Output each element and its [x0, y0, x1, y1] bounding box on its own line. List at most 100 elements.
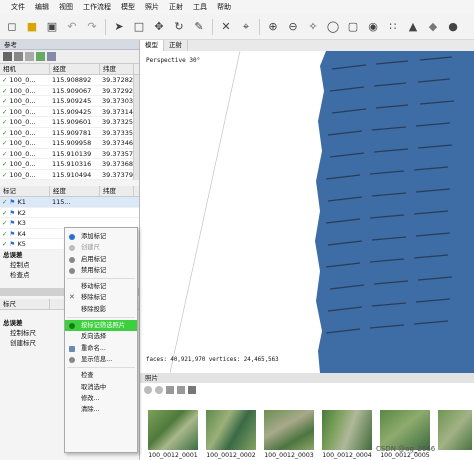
column-header-scalebar[interactable]: 标尺 [0, 298, 50, 309]
tab-ortho[interactable]: 正射 [164, 40, 188, 51]
column-header-latitude[interactable]: 纬度 [100, 64, 134, 74]
fullscreen-icon[interactable]: ▢ [344, 18, 362, 36]
table-row[interactable]: ✓ 100_0... 115.908892 39.37282 [0, 75, 139, 86]
menu-item-modify[interactable]: 修改... [65, 393, 137, 404]
column-header-marker[interactable]: 标记 [0, 186, 50, 196]
photo-thumbnail[interactable] [322, 410, 372, 450]
menu-item-check[interactable]: 检查 [65, 370, 137, 381]
settings-icon[interactable] [47, 52, 56, 61]
camera-icon[interactable]: ◉ [364, 18, 382, 36]
menu-photo[interactable]: 照片 [140, 0, 164, 14]
check-icon[interactable]: ✓ [2, 97, 7, 105]
menu-item-show-info[interactable]: 显示信息... [65, 354, 137, 365]
rotate-right-icon[interactable] [177, 386, 185, 394]
model-viewport[interactable]: Perspective 30° faces: 40,921,970 vertic… [140, 51, 474, 373]
check-icon[interactable]: ✓ [2, 150, 7, 158]
table-row[interactable]: ✓ ⚑ K2 [0, 207, 139, 218]
menu-edit[interactable]: 编辑 [30, 0, 54, 14]
table-row[interactable]: ✓ 100_0... 115.910494 39.37379 [0, 169, 139, 180]
mesh-icon[interactable]: ▲ [404, 18, 422, 36]
menu-tools[interactable]: 工具 [188, 0, 212, 14]
menu-item-enable-marker[interactable]: 启用标记 [65, 254, 137, 265]
enable-icon[interactable] [144, 386, 152, 394]
move-icon[interactable]: ✥ [150, 18, 168, 36]
table-row[interactable]: ✓ 100_0... 115.909958 39.37346 [0, 138, 139, 149]
tiled-model-icon[interactable]: ● [444, 18, 462, 36]
optimize-icon[interactable] [36, 52, 45, 61]
check-icon[interactable]: ✓ [2, 118, 7, 126]
table-row[interactable]: ✓ 100_0... 115.909425 39.37314 [0, 106, 139, 117]
disable-icon[interactable] [155, 386, 163, 394]
table-row[interactable]: ✓ 100_0... 115.909245 39.37303 [0, 96, 139, 107]
crop-icon[interactable]: ⌖ [237, 18, 255, 36]
column-header-camera[interactable]: 相机 [0, 64, 50, 74]
menu-item-disable-marker[interactable]: 禁用标记 [65, 265, 137, 276]
photo-thumbnail[interactable] [438, 410, 472, 450]
undo-icon[interactable]: ↶ [63, 18, 81, 36]
menu-item-remove-marker[interactable]: ✕ 移除标记 [65, 292, 137, 303]
check-icon[interactable]: ✓ [2, 198, 7, 206]
texture-icon[interactable]: ◆ [424, 18, 442, 36]
table-row[interactable]: ✓ 100_0... 115.909601 39.37325 [0, 117, 139, 128]
menu-item-invert-selection[interactable]: 反向选择 [65, 331, 137, 342]
menu-view[interactable]: 视图 [54, 0, 78, 14]
menu-help[interactable]: 帮助 [212, 0, 236, 14]
menu-file[interactable]: 文件 [6, 0, 30, 14]
table-row[interactable]: ✓ ⚑ K1 115... [0, 197, 139, 208]
rectangle-select-icon[interactable]: □ [130, 18, 148, 36]
menu-item-rename[interactable]: 重命名... [65, 343, 137, 354]
new-file-icon[interactable]: ◻ [3, 18, 21, 36]
table-row[interactable]: ✓ 100_0... 115.910139 39.37357 [0, 148, 139, 159]
view-mode-icon[interactable] [188, 386, 196, 394]
check-icon[interactable]: ✓ [2, 240, 7, 248]
menu-item-create-scalebar[interactable]: 创建尺 [65, 242, 137, 253]
save-icon[interactable]: ▣ [43, 18, 61, 36]
check-icon[interactable]: ✓ [2, 209, 7, 217]
menu-item-filter-photos-by-marker[interactable]: 按标记筛选照片 [65, 320, 137, 332]
check-icon[interactable]: ✓ [2, 160, 7, 168]
check-icon[interactable]: ✓ [2, 76, 7, 84]
import-icon[interactable] [3, 52, 12, 61]
reset-view-icon[interactable]: ◯ [324, 18, 342, 36]
check-icon[interactable]: ✓ [2, 230, 7, 238]
camera-table-scrollbar[interactable] [133, 75, 139, 180]
check-icon[interactable]: ✓ [2, 129, 7, 137]
menu-item-move-marker[interactable]: 移动标记 [65, 281, 137, 292]
zoom-in-icon[interactable]: ⊕ [264, 18, 282, 36]
photo-thumbnail[interactable] [380, 410, 430, 450]
pointer-icon[interactable]: ➤ [110, 18, 128, 36]
photo-thumbnail[interactable] [206, 410, 256, 450]
open-folder-icon[interactable]: ■ [23, 18, 41, 36]
ruler-icon[interactable]: ✎ [190, 18, 208, 36]
check-icon[interactable]: ✓ [2, 139, 7, 147]
menu-item-add-marker[interactable]: 添加标记 [65, 231, 137, 242]
point-cloud-icon[interactable]: ∷ [384, 18, 402, 36]
delete-icon[interactable]: ✕ [217, 18, 235, 36]
menu-item-remove-projection[interactable]: 移除投影 [65, 304, 137, 315]
check-icon[interactable]: ✓ [2, 219, 7, 227]
menu-model[interactable]: 模型 [116, 0, 140, 14]
tab-model[interactable]: 模型 [140, 40, 164, 51]
redo-icon[interactable]: ↷ [83, 18, 101, 36]
table-row[interactable]: ✓ 100_0... 115.909067 39.37292 [0, 85, 139, 96]
export-icon[interactable] [14, 52, 23, 61]
column-header-longitude[interactable]: 经度 [50, 64, 100, 74]
table-row[interactable]: ✓ 100_0... 115.910316 39.37368 [0, 159, 139, 170]
menu-item-uncheck[interactable]: 取消选中 [65, 382, 137, 393]
column-header-longitude[interactable]: 经度 [50, 186, 100, 196]
check-icon[interactable]: ✓ [2, 87, 7, 95]
menu-item-clear[interactable]: 清除... [65, 404, 137, 415]
table-row[interactable]: ✓ 100_0... 115.909781 39.37335 [0, 127, 139, 138]
check-icon[interactable]: ✓ [2, 171, 7, 179]
check-icon[interactable]: ✓ [2, 108, 7, 116]
navigate-icon[interactable]: ✧ [304, 18, 322, 36]
rotate-left-icon[interactable] [166, 386, 174, 394]
column-header-latitude[interactable]: 纬度 [100, 186, 134, 196]
zoom-out-icon[interactable]: ⊖ [284, 18, 302, 36]
rotate-icon[interactable]: ↻ [170, 18, 188, 36]
menu-ortho[interactable]: 正射 [164, 0, 188, 14]
menu-workflow[interactable]: 工作流程 [78, 0, 116, 14]
photo-thumbnail[interactable] [264, 410, 314, 450]
photo-thumbnail[interactable] [148, 410, 198, 450]
convert-icon[interactable] [25, 52, 34, 61]
